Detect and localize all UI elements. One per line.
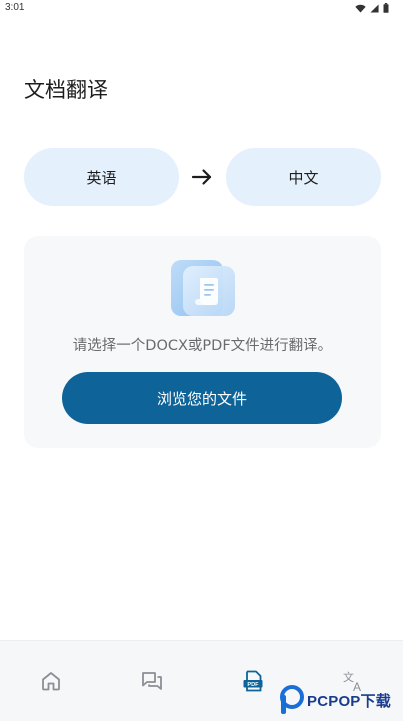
watermark: PCPOP下载	[278, 684, 400, 716]
wifi-icon	[355, 4, 366, 13]
watermark-text: PCPOP下载	[307, 692, 391, 710]
target-language-label: 中文	[288, 168, 319, 187]
signal-icon	[370, 3, 379, 13]
pcpop-logo-icon	[280, 685, 304, 714]
upload-card: 请选择一个DOCX或PDF文件进行翻译。 浏览您的文件	[24, 236, 381, 448]
target-language-button[interactable]: 中文	[226, 148, 381, 206]
battery-icon	[383, 3, 389, 13]
arrow-right-icon	[191, 169, 212, 185]
document-icon	[171, 260, 235, 316]
svg-text:PDF: PDF	[247, 682, 259, 688]
status-icons	[355, 3, 389, 13]
source-language-label: 英语	[86, 168, 117, 187]
pdf-icon[interactable]: PDF	[241, 669, 265, 693]
source-language-button[interactable]: 英语	[24, 148, 179, 206]
home-icon[interactable]	[39, 669, 63, 693]
status-time: 3:01	[5, 2, 25, 13]
upload-hint: 请选择一个DOCX或PDF文件进行翻译。	[72, 338, 333, 354]
chat-icon[interactable]	[140, 669, 164, 693]
status-bar: 3:01	[0, 0, 403, 18]
page-title: 文档翻译	[24, 78, 108, 102]
browse-files-button[interactable]: 浏览您的文件	[62, 372, 342, 424]
